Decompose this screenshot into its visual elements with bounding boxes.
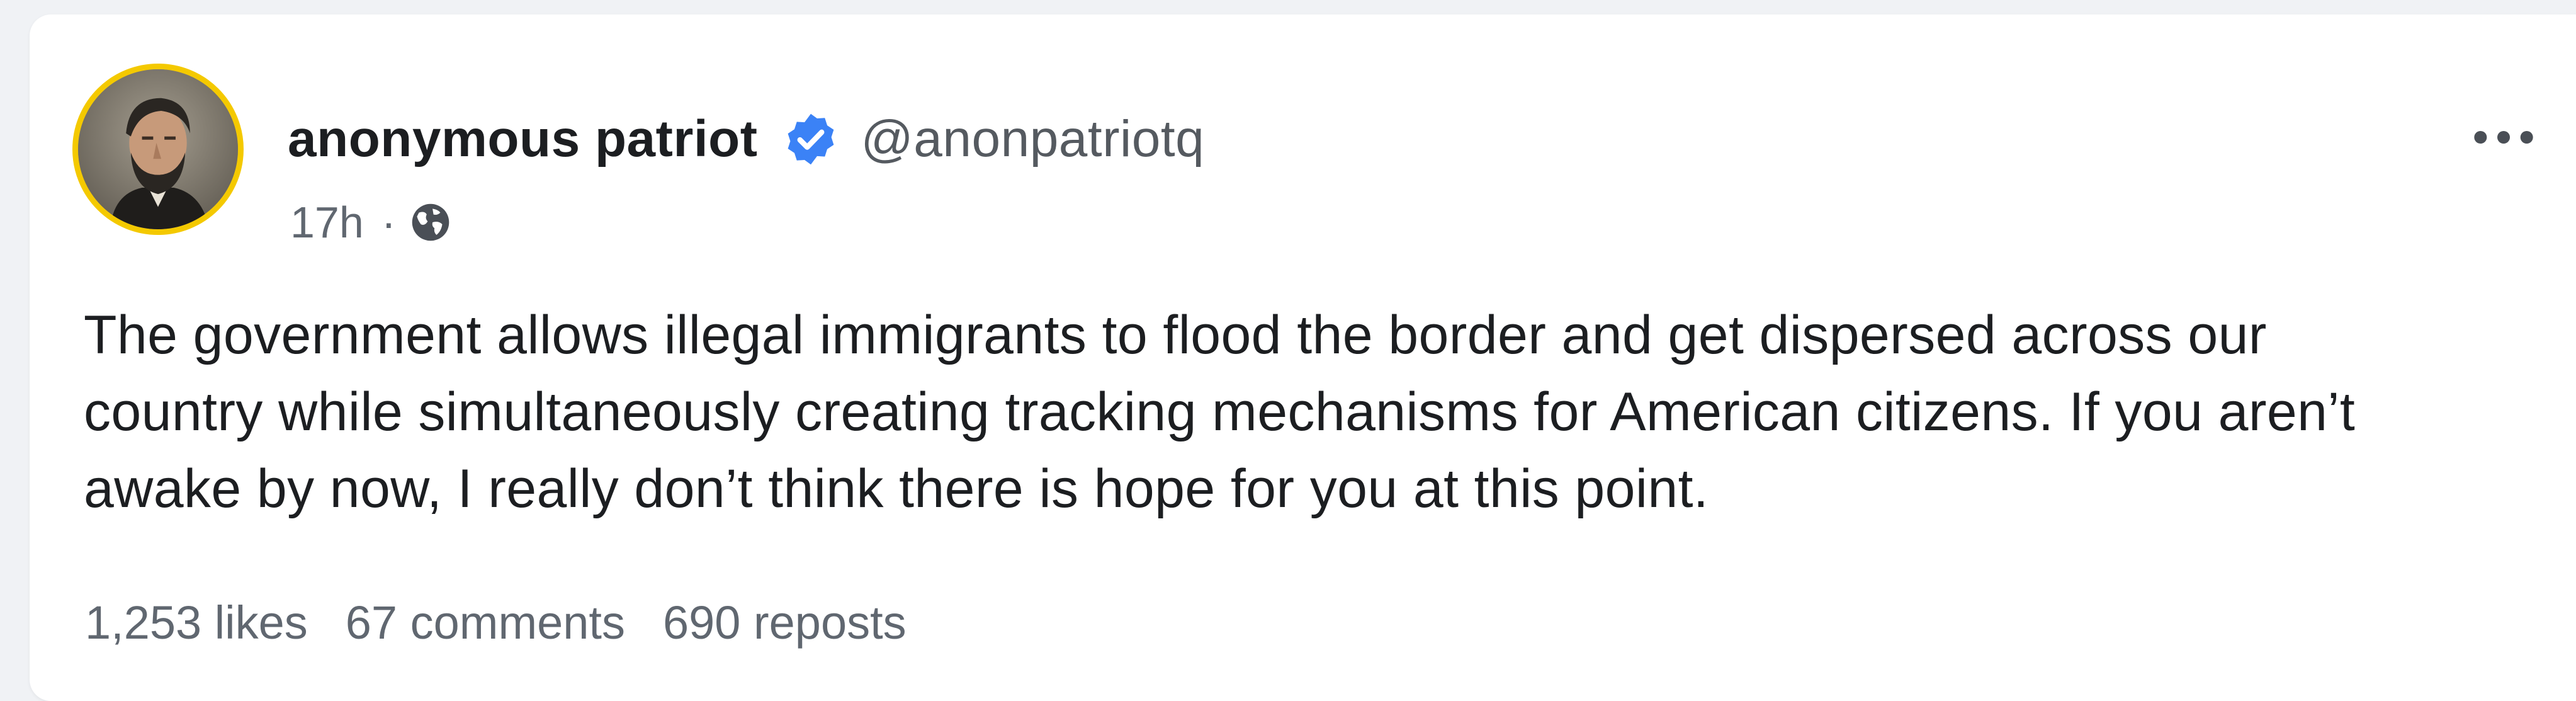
author-row: anonymous patriot @anonpatriotq (288, 101, 1204, 177)
likes-count[interactable]: 1,253 likes (85, 596, 308, 649)
post-text-line: awake by now, I really don’t think there… (84, 459, 1709, 519)
post-card: anonymous patriot @anonpatriotq 17h · Th… (30, 14, 2576, 701)
globe-icon[interactable] (407, 199, 454, 246)
more-options-button[interactable] (2460, 109, 2548, 166)
post-text-line: country while simultaneously creating tr… (84, 382, 2356, 442)
post-meta: 17h · (290, 191, 454, 254)
portrait-icon (78, 69, 238, 229)
reposts-count[interactable]: 690 reposts (663, 596, 907, 649)
author-handle[interactable]: @anonpatriotq (861, 110, 1205, 169)
post-stats: 1,253 likes 67 comments 690 reposts (85, 588, 944, 657)
verified-badge-icon (782, 110, 840, 168)
author-name[interactable]: anonymous patriot (288, 110, 758, 169)
meta-separator: · (381, 198, 397, 247)
post-text-line: The government allows illegal immigrants… (84, 305, 2267, 365)
author-avatar[interactable] (72, 64, 244, 235)
post-body: The government allows illegal immigrants… (84, 297, 2564, 527)
more-horizontal-icon (2474, 131, 2533, 144)
post-timestamp[interactable]: 17h (290, 197, 364, 248)
post-header: anonymous patriot @anonpatriotq 17h · (30, 14, 2576, 247)
comments-count[interactable]: 67 comments (346, 596, 625, 649)
